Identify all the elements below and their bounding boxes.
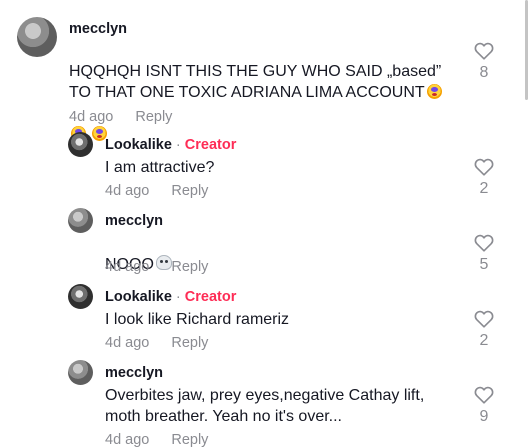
like-count: 9 — [479, 408, 489, 425]
comment-meta: 4d ago Reply — [105, 183, 208, 199]
comment-time: 4d ago — [105, 259, 150, 275]
reply-button[interactable]: Reply — [171, 432, 208, 448]
heart-outline-icon — [474, 42, 494, 60]
comment-username[interactable]: mecclyn — [105, 213, 163, 229]
avatar[interactable] — [68, 360, 93, 385]
comment-item: mecclyn HQQHQH ISNT THIS THE GUY WHO SAI… — [0, 0, 529, 141]
avatar[interactable] — [17, 17, 57, 57]
like-button[interactable]: 9 — [469, 386, 499, 426]
heart-outline-icon — [474, 158, 494, 176]
username-text: Lookalike — [105, 137, 172, 153]
comment-meta: 4d ago Reply — [105, 259, 208, 275]
like-count: 2 — [479, 180, 489, 197]
heart-outline-icon — [474, 234, 494, 252]
separator-dot: · — [175, 289, 181, 305]
comment-meta: 4d ago Reply — [105, 432, 208, 448]
comment-username[interactable]: mecclyn — [69, 21, 127, 37]
comment-text: Overbites jaw, prey eyes,negative Cathay… — [105, 387, 425, 425]
comment-text: I look like Richard rameriz — [105, 311, 290, 328]
screaming-face-emoji-icon — [426, 84, 442, 99]
heart-outline-icon — [474, 386, 494, 404]
reply-item: Lookalike · Creator I look like Richard … — [0, 282, 529, 358]
separator-dot: · — [175, 137, 181, 153]
comment-meta: 4d ago Reply — [105, 335, 208, 351]
comment-time: 4d ago — [69, 109, 114, 125]
like-button[interactable]: 8 — [469, 42, 499, 82]
comment-time: 4d ago — [105, 183, 150, 199]
comment-meta: 4d ago Reply — [69, 109, 172, 125]
creator-badge: Creator — [184, 137, 237, 153]
like-count: 8 — [479, 64, 489, 81]
comment-time: 4d ago — [105, 432, 150, 448]
reply-button[interactable]: Reply — [135, 109, 172, 125]
like-button[interactable]: 2 — [469, 310, 499, 350]
scrollbar[interactable] — [525, 0, 528, 100]
reply-button[interactable]: Reply — [171, 183, 208, 199]
comment-username[interactable]: Lookalike · Creator — [105, 137, 236, 153]
username-text: Lookalike — [105, 289, 172, 305]
reply-button[interactable]: Reply — [171, 335, 208, 351]
comment-text: I am attractive? — [105, 159, 215, 176]
comment-time: 4d ago — [105, 335, 150, 351]
like-button[interactable]: 2 — [469, 158, 499, 198]
like-count: 2 — [479, 332, 489, 349]
creator-badge: Creator — [184, 289, 237, 305]
avatar[interactable] — [68, 208, 93, 233]
comment-username[interactable]: Lookalike · Creator — [105, 289, 236, 305]
like-button[interactable]: 5 — [469, 234, 499, 274]
reply-item: mecclyn Overbites jaw, prey eyes,negativ… — [0, 358, 529, 448]
comment-username[interactable]: mecclyn — [105, 365, 163, 381]
like-count: 5 — [479, 256, 489, 273]
avatar[interactable] — [68, 284, 93, 309]
reply-item: mecclyn NOOO 4d ago Reply 5 — [0, 206, 529, 282]
comment-text-content: HQQHQH ISNT THIS THE GUY WHO SAID „based… — [69, 63, 442, 101]
reply-item: Lookalike · Creator I am attractive? 4d … — [0, 130, 529, 206]
heart-outline-icon — [474, 310, 494, 328]
avatar[interactable] — [68, 132, 93, 157]
reply-button[interactable]: Reply — [171, 259, 208, 275]
